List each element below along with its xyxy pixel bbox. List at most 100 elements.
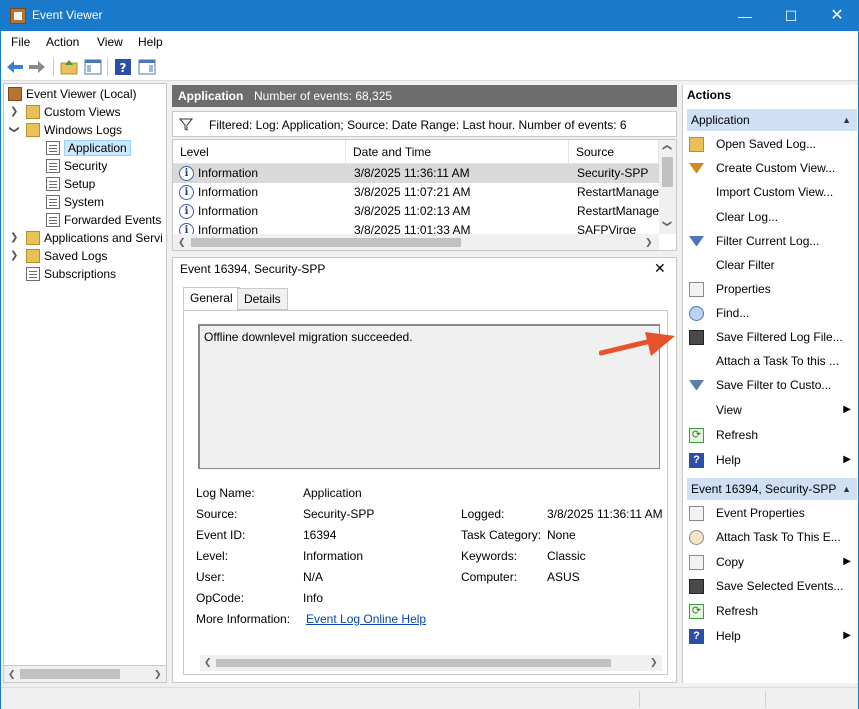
detail-horizontal-scrollbar[interactable]: ❮ ❯ (200, 655, 662, 671)
event-list-vertical-scrollbar[interactable]: ❯ ❯ (659, 140, 676, 234)
tree-item-event-viewer-local[interactable]: Event Viewer (Local) (8, 85, 137, 103)
maximize-button[interactable]: ☐ (768, 1, 814, 31)
show-hide-action-pane-icon[interactable] (137, 57, 157, 77)
folder-icon (26, 123, 40, 137)
log-icon (46, 195, 60, 209)
scrollbar-thumb[interactable] (662, 157, 673, 187)
chevron-right-icon[interactable]: ❯ (10, 250, 18, 261)
column-header-date-and-time[interactable]: Date and Time (346, 140, 569, 164)
tree-item-security[interactable]: Security (46, 157, 107, 175)
tree-item-windows-logs[interactable]: Windows Logs (26, 121, 122, 139)
event-message[interactable]: Offline downlevel migration succeeded. (198, 324, 660, 469)
action-create-custom-view[interactable]: Create Custom View... (687, 157, 855, 179)
save-icon (689, 330, 704, 345)
menu-help[interactable]: Help (138, 35, 163, 49)
tab-details[interactable]: Details (237, 288, 288, 310)
action-save-filtered-log-file[interactable]: Save Filtered Log File... (687, 326, 855, 348)
tree-item-saved-logs[interactable]: Saved Logs (26, 247, 107, 265)
close-button[interactable]: ✕ (814, 1, 859, 31)
value-logged: 3/8/2025 11:36:11 AM (547, 507, 663, 521)
forward-arrow-icon[interactable] (27, 57, 47, 77)
action-import-custom-view[interactable]: Import Custom View... (687, 181, 855, 203)
value-event-id: 16394 (303, 528, 337, 542)
tree-item-system[interactable]: System (46, 193, 104, 211)
chevron-right-icon[interactable]: ❯ (10, 106, 18, 117)
show-hide-console-tree-icon[interactable] (83, 57, 103, 77)
binoculars-icon (689, 306, 704, 321)
action-filter-current-log[interactable]: Filter Current Log... (687, 230, 855, 252)
scroll-left-icon[interactable]: ❮ (204, 657, 212, 668)
help-icon[interactable]: ? (113, 57, 133, 77)
action-view[interactable]: View ▶ (687, 399, 855, 421)
chevron-down-icon[interactable]: ❯ (9, 125, 20, 133)
menu-action[interactable]: Action (46, 35, 79, 49)
action-help[interactable]: ? Help ▶ (687, 449, 855, 471)
scrollbar-thumb[interactable] (20, 669, 120, 679)
table-row[interactable]: i Information 3/8/2025 11:01:33 AM SAFPV… (173, 221, 659, 234)
collapse-up-icon[interactable]: ▲ (842, 109, 851, 131)
tree-horizontal-scrollbar[interactable]: ❮ ❯ (3, 665, 167, 683)
filter-description: Filtered: Log: Application; Source: Date… (209, 118, 627, 132)
action-save-selected-events[interactable]: Save Selected Events... (687, 575, 855, 597)
action-help-event[interactable]: ? Help ▶ (687, 625, 855, 647)
submenu-arrow-icon: ▶ (843, 556, 851, 567)
tree-item-application[interactable]: Application (46, 139, 131, 157)
action-event-properties[interactable]: Event Properties (687, 502, 855, 524)
information-icon: i (179, 204, 194, 219)
scroll-right-icon[interactable]: ❯ (650, 657, 658, 668)
menu-view[interactable]: View (97, 35, 123, 49)
action-refresh-event[interactable]: ⟳ Refresh (687, 600, 855, 622)
action-find[interactable]: Find... (687, 302, 855, 324)
action-attach-task-to-log[interactable]: Attach a Task To this ... (687, 350, 855, 372)
svg-text:?: ? (120, 61, 127, 75)
action-save-filter-to-custom-view[interactable]: Save Filter to Custo... (687, 374, 855, 396)
actions-section-event[interactable]: Event 16394, Security-SPP ▲ (687, 478, 857, 500)
scroll-up-icon[interactable]: ❯ (661, 144, 672, 152)
action-clear-log[interactable]: Clear Log... (687, 206, 855, 228)
event-list-horizontal-scrollbar[interactable]: ❮ ❯ (173, 234, 659, 250)
folder-icon (26, 249, 40, 263)
close-detail-icon[interactable]: ✕ (654, 260, 666, 277)
copy-icon (689, 555, 704, 570)
tab-general[interactable]: General (183, 287, 240, 310)
save-icon (689, 579, 704, 594)
tree-item-forwarded-events[interactable]: Forwarded Events (46, 211, 161, 229)
event-viewer-app-icon (10, 8, 26, 24)
action-copy[interactable]: Copy ▶ (687, 551, 855, 573)
tree-item-setup[interactable]: Setup (46, 175, 95, 193)
scroll-left-icon[interactable]: ❮ (8, 669, 16, 680)
table-row[interactable]: i Information 3/8/2025 11:36:11 AM Secur… (173, 164, 659, 183)
scroll-down-icon[interactable]: ❯ (661, 220, 672, 228)
column-header-source[interactable]: Source (569, 140, 659, 164)
tree-item-custom-views[interactable]: Custom Views (26, 103, 120, 121)
menu-file[interactable]: File (11, 35, 30, 49)
column-header-level[interactable]: Level (173, 140, 346, 164)
collapse-up-icon[interactable]: ▲ (842, 478, 851, 500)
status-bar (1, 687, 858, 709)
scrollbar-thumb[interactable] (216, 659, 611, 667)
up-folder-icon[interactable] (59, 57, 79, 77)
scroll-right-icon[interactable]: ❯ (645, 237, 653, 248)
tree-item-subscriptions[interactable]: Subscriptions (26, 265, 116, 283)
scroll-right-icon[interactable]: ❯ (154, 669, 162, 680)
back-arrow-icon[interactable] (5, 57, 25, 77)
table-row[interactable]: i Information 3/8/2025 11:02:13 AM Resta… (173, 202, 659, 221)
event-log-online-help-link[interactable]: Event Log Online Help (306, 612, 426, 626)
action-attach-task-to-event[interactable]: Attach Task To This E... (687, 526, 855, 548)
action-refresh[interactable]: ⟳ Refresh (687, 424, 855, 446)
chevron-right-icon[interactable]: ❯ (10, 232, 18, 243)
tree-item-applications-and-services[interactable]: Applications and Servi (26, 229, 163, 247)
action-properties[interactable]: Properties (687, 278, 855, 300)
actions-section-application[interactable]: Application ▲ (687, 109, 857, 131)
scroll-left-icon[interactable]: ❮ (178, 237, 186, 248)
subscriptions-icon (26, 267, 40, 281)
window-title: Event Viewer (32, 8, 103, 22)
status-divider (765, 691, 766, 707)
label-event-id: Event ID: (196, 528, 246, 542)
action-clear-filter[interactable]: Clear Filter (687, 254, 855, 276)
table-row[interactable]: i Information 3/8/2025 11:07:21 AM Resta… (173, 183, 659, 202)
action-open-saved-log[interactable]: Open Saved Log... (687, 133, 855, 155)
red-arrow-annotation-icon (599, 332, 675, 356)
scrollbar-thumb[interactable] (191, 238, 461, 247)
minimize-button[interactable]: — (722, 1, 768, 31)
